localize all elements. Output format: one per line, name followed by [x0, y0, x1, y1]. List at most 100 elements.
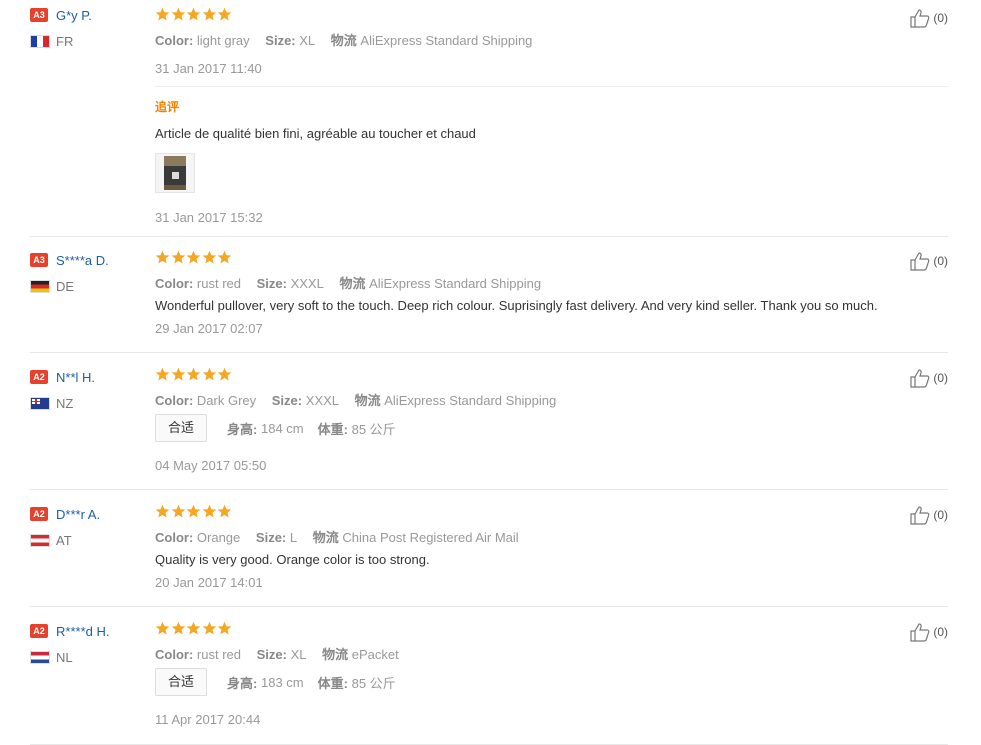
- color-label: Color:: [155, 276, 194, 291]
- helpful-button[interactable]: (0): [909, 251, 948, 271]
- size-value: XXXL: [305, 393, 339, 408]
- star-rating: [155, 621, 233, 639]
- star-icon: [171, 367, 185, 381]
- color-value: rust red: [196, 276, 241, 291]
- flag-icon: [30, 533, 50, 547]
- weight-label: 体重:: [317, 675, 348, 691]
- size-value: XL: [299, 33, 316, 48]
- star-icon: [186, 7, 201, 21]
- review-date: 20 Jan 2017 14:01: [155, 575, 263, 590]
- star-icon: [171, 504, 185, 518]
- review-date: 04 May 2017 05:50: [155, 458, 267, 473]
- star-icon: [217, 367, 232, 381]
- followup-date: 31 Jan 2017 15:32: [155, 210, 263, 225]
- flag-icon: [30, 34, 50, 48]
- flag-icon: [30, 396, 50, 410]
- helpful-count: (0): [933, 508, 948, 522]
- thumbs-up-icon: [910, 9, 930, 28]
- shipping-label: 物流: [330, 33, 357, 48]
- shipping-value: AliExpress Standard Shipping: [369, 276, 542, 291]
- member-level-badge: A2: [30, 624, 48, 638]
- star-icon: [155, 504, 170, 518]
- followup-text: Article de qualité bien fini, agréable a…: [155, 126, 476, 141]
- reviewer-name[interactable]: R****d H.: [56, 624, 109, 639]
- fit-tag: 合适: [155, 668, 208, 696]
- thumbs-up-icon: [910, 252, 930, 271]
- size-label: Size:: [256, 276, 287, 291]
- color-value: Orange: [196, 530, 241, 545]
- sku-info: Color: light gray Size: XL 物流 AliExpress…: [155, 30, 532, 49]
- review-text: Quality is very good. Orange color is to…: [155, 552, 430, 567]
- star-icon: [155, 250, 170, 264]
- helpful-count: (0): [933, 371, 948, 385]
- review-item: A2 R****d H. NL Color: rust red Size: XL…: [30, 607, 948, 745]
- helpful-count: (0): [933, 625, 948, 639]
- reviewer-name[interactable]: G*y P.: [56, 8, 92, 23]
- reviewer-name[interactable]: N**l H.: [56, 370, 95, 385]
- country-code: NL: [56, 649, 73, 665]
- shipping-value: AliExpress Standard Shipping: [384, 393, 557, 408]
- size-value: L: [289, 530, 298, 545]
- height-value: 184 cm: [260, 420, 304, 436]
- sku-info: Color: Orange Size: L 物流 China Post Regi…: [155, 527, 519, 546]
- star-icon: [202, 367, 216, 381]
- weight-label: 体重:: [317, 421, 348, 437]
- color-value: Dark Grey: [196, 393, 257, 408]
- color-value: rust red: [196, 647, 241, 662]
- shipping-value: China Post Registered Air Mail: [342, 530, 519, 545]
- sku-info: Color: rust red Size: XXXL 物流 AliExpress…: [155, 273, 541, 292]
- helpful-button[interactable]: (0): [909, 505, 948, 525]
- star-icon: [155, 367, 170, 381]
- reviewer-name[interactable]: D***r A.: [56, 507, 100, 522]
- color-label: Color:: [155, 647, 194, 662]
- reviewer-info: A3 S****a D. DE: [30, 251, 150, 294]
- helpful-button[interactable]: (0): [909, 8, 948, 28]
- review-item: A2 D***r A. AT Color: Orange Size: L 物流 …: [30, 490, 948, 607]
- star-icon: [202, 7, 216, 21]
- country-code: DE: [56, 278, 75, 294]
- color-label: Color:: [155, 530, 194, 545]
- country-code: AT: [56, 532, 72, 548]
- star-icon: [217, 7, 232, 21]
- star-icon: [217, 504, 232, 518]
- country-code: NZ: [56, 395, 74, 411]
- review-item: A2 N**l H. NZ Color: Dark Grey Size: XXX…: [30, 353, 948, 490]
- review-text: Wonderful pullover, very soft to the tou…: [155, 298, 878, 313]
- sku-info: Color: Dark Grey Size: XXXL 物流 AliExpres…: [155, 390, 556, 409]
- review-photo-thumbnail[interactable]: [155, 153, 195, 193]
- reviewer-name[interactable]: S****a D.: [56, 253, 109, 268]
- shipping-value: ePacket: [351, 647, 399, 662]
- divider: [155, 86, 948, 87]
- helpful-button[interactable]: (0): [909, 622, 948, 642]
- star-icon: [186, 367, 201, 381]
- member-level-badge: A3: [30, 8, 48, 22]
- size-value: XL: [290, 647, 307, 662]
- helpful-button[interactable]: (0): [909, 368, 948, 388]
- body-fit-info: 合适 身高: 183 cm 体重: 85 公斤: [155, 668, 410, 696]
- member-level-badge: A3: [30, 253, 48, 267]
- reviewer-info: A2 R****d H. NL: [30, 622, 150, 665]
- star-icon: [171, 250, 185, 264]
- star-icon: [186, 250, 201, 264]
- shipping-label: 物流: [312, 530, 339, 545]
- shipping-label: 物流: [322, 647, 349, 662]
- sku-info: Color: rust red Size: XL 物流 ePacket: [155, 644, 399, 663]
- thumbs-up-icon: [910, 623, 930, 642]
- star-rating: [155, 7, 233, 25]
- review-item: A3 G*y P. FR Color: light gray Size: XL …: [30, 0, 948, 237]
- weight-value: 85 公斤: [351, 675, 396, 691]
- thumbs-up-icon: [910, 369, 930, 388]
- star-icon: [155, 621, 170, 635]
- shipping-label: 物流: [354, 393, 381, 408]
- star-icon: [217, 621, 232, 635]
- followup-label: 追评: [155, 100, 180, 114]
- height-value: 183 cm: [260, 674, 304, 690]
- star-icon: [186, 504, 201, 518]
- size-label: Size:: [265, 33, 296, 48]
- body-fit-info: 合适 身高: 184 cm 体重: 85 公斤: [155, 414, 410, 442]
- shipping-value: AliExpress Standard Shipping: [360, 33, 533, 48]
- color-value: light gray: [196, 33, 250, 48]
- star-icon: [202, 621, 216, 635]
- weight-value: 85 公斤: [351, 421, 396, 437]
- star-rating: [155, 504, 233, 522]
